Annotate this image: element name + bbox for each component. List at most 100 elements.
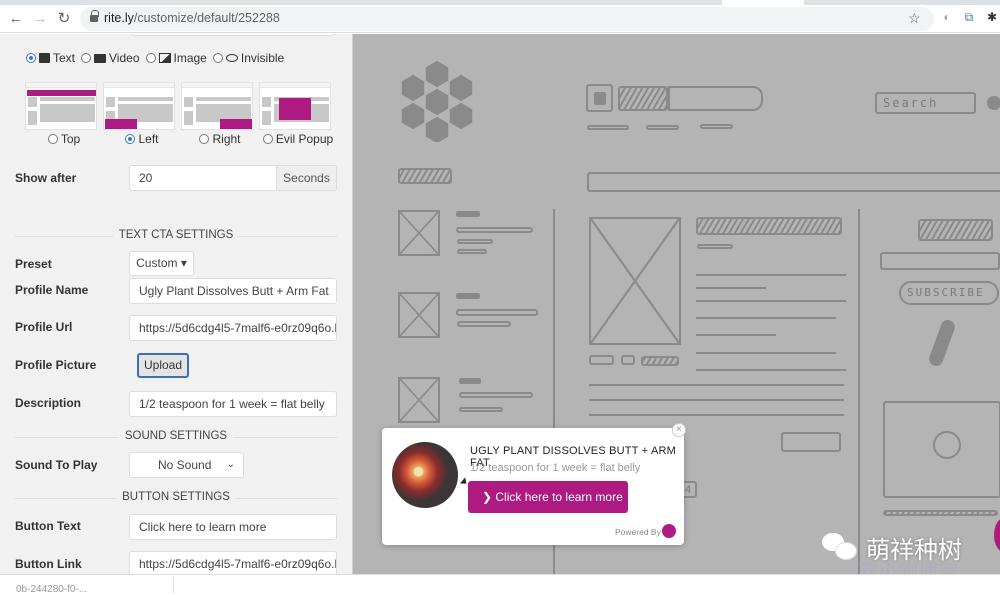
url-text[interactable]: rite.ly/customize/default/252288 xyxy=(104,11,280,25)
meta-sketch xyxy=(697,244,733,249)
lock-icon xyxy=(90,10,99,23)
video-player-sketch xyxy=(883,401,1000,498)
tag-sketch xyxy=(456,211,480,217)
profile-url-input[interactable]: https://5d6cdg4l5-7malf6-e0rz09q6o.h xyxy=(129,315,337,341)
cta-type-label: Video xyxy=(109,51,140,65)
arrow-sketch-icon xyxy=(927,318,957,368)
sound-label: Sound To Play xyxy=(15,458,98,472)
preset-dropdown[interactable]: Custom ▾ xyxy=(129,251,194,276)
eye-slash-icon xyxy=(225,54,238,62)
extension-icon-1[interactable]: ◐ xyxy=(940,10,954,24)
downloads-separator xyxy=(173,577,174,593)
popup-cta-button[interactable]: ❯ Click here to learn more xyxy=(468,481,628,513)
position-top[interactable]: Top xyxy=(25,132,103,146)
sound-value: No Sound xyxy=(158,458,212,472)
wechat-icon xyxy=(822,533,858,561)
progress-sketch xyxy=(883,510,998,516)
position-label: Top xyxy=(60,132,81,146)
section-title: SOUND SETTINGS xyxy=(118,430,234,442)
text-line-sketch xyxy=(459,407,503,412)
position-thumbnails xyxy=(25,82,331,130)
text-line-sketch xyxy=(456,227,533,233)
radio[interactable] xyxy=(199,134,210,144)
breadcrumb-sketch xyxy=(618,86,668,111)
description-input[interactable]: 1/2 teaspoon for 1 week = flat belly xyxy=(129,391,337,417)
text-line-sketch xyxy=(457,239,493,244)
image-placeholder-sketch xyxy=(398,377,440,423)
caret-down-icon: ▾ xyxy=(180,256,187,270)
thumb-top[interactable] xyxy=(25,82,97,130)
forward-button[interactable]: → xyxy=(30,9,50,29)
reload-button[interactable]: ↻ xyxy=(54,9,74,29)
radio-selected[interactable] xyxy=(125,134,136,144)
subscribe-sketch-text: SUBSCRIBE xyxy=(907,286,985,299)
profile-avatar xyxy=(392,442,458,508)
position-evil-popup[interactable]: Evil Popup xyxy=(259,132,337,146)
puzzle-extensions-icon[interactable]: ✱ xyxy=(985,10,999,24)
radio[interactable] xyxy=(262,134,273,144)
button-link-input[interactable]: https://5d6cdg4l5-7malf6-e0rz09q6o.h xyxy=(129,551,337,574)
radio[interactable] xyxy=(145,53,156,63)
home-arrow-sketch xyxy=(586,84,613,112)
settings-sidebar: Text Video Image Invisible Top Left Righ… xyxy=(0,34,352,574)
thumb-right[interactable] xyxy=(181,82,253,130)
sound-section-header: SOUND SETTINGS xyxy=(15,430,337,444)
nav-bar-sketch xyxy=(587,172,1000,192)
cta-type-label: Text xyxy=(53,51,76,65)
hexagon-logo-sketch xyxy=(400,60,474,142)
cta-type-invisible[interactable]: Invisible xyxy=(212,51,284,65)
bookmark-star-icon[interactable]: ☆ xyxy=(908,10,921,27)
powered-by-label: Powered By xyxy=(615,527,661,537)
downloads-bar: 0b-244280-f0-... xyxy=(0,574,1000,595)
position-label: Evil Popup xyxy=(275,132,334,146)
button-link-label: Button Link xyxy=(15,557,82,571)
text-line-sketch xyxy=(457,249,487,254)
toggle-sketch xyxy=(918,219,993,241)
logo-bar-sketch xyxy=(398,168,452,184)
sound-select[interactable]: No Sound ⌄ xyxy=(129,452,244,478)
thumb-evil-popup[interactable] xyxy=(259,82,331,130)
tag-sketch xyxy=(459,378,481,384)
button-text-input[interactable]: Click here to learn more xyxy=(129,514,337,540)
cta-type-video[interactable]: Video xyxy=(81,51,140,65)
top-input-edge xyxy=(130,34,336,36)
text-line-sketch xyxy=(696,287,766,289)
url-path: /customize/default/252288 xyxy=(133,11,280,25)
seconds-addon: Seconds xyxy=(276,165,337,191)
show-after-input[interactable]: 20 xyxy=(129,165,277,191)
radio[interactable] xyxy=(212,53,223,63)
profile-name-input[interactable]: Ugly Plant Dissolves Butt + Arm Fat xyxy=(129,278,337,304)
cta-popup: × UGLY PLANT DISSOLVES BUTT + ARM FAT 1/… xyxy=(382,423,686,545)
link-sketch xyxy=(587,125,629,130)
radio[interactable] xyxy=(81,53,92,63)
position-right[interactable]: Right xyxy=(181,132,259,146)
button-sketch xyxy=(641,356,679,366)
cta-type-text[interactable]: Text xyxy=(26,51,75,65)
button-sketch xyxy=(589,355,614,365)
text-line-sketch xyxy=(589,414,844,416)
download-item[interactable]: 0b-244280-f0-... xyxy=(16,584,87,595)
back-button[interactable]: ← xyxy=(6,9,26,29)
input-sketch xyxy=(880,252,1000,270)
extension-icon-2[interactable]: ⧉ xyxy=(962,10,976,24)
upload-button[interactable]: Upload xyxy=(137,353,189,378)
video-camera-icon xyxy=(94,53,107,63)
breadcrumb-sketch-2 xyxy=(668,86,763,111)
chevron-down-icon: ⌄ xyxy=(226,459,235,470)
riteley-logo-icon[interactable] xyxy=(662,524,676,538)
show-after-label: Show after xyxy=(15,171,77,185)
preset-value: Custom xyxy=(136,256,178,270)
radio[interactable] xyxy=(47,134,58,144)
text-line-sketch xyxy=(696,317,836,319)
popup-close-button[interactable]: × xyxy=(672,423,686,437)
thumb-left[interactable] xyxy=(103,82,175,130)
address-bar[interactable]: rite.ly/customize/default/252288 ☆ xyxy=(80,7,934,31)
link-sketch xyxy=(646,125,679,130)
search-magnifier-sketch-icon xyxy=(987,96,1000,110)
button-section-header: BUTTON SETTINGS xyxy=(15,491,337,505)
position-left[interactable]: Left xyxy=(103,132,181,146)
radio-selected[interactable] xyxy=(26,53,36,63)
button-text-label: Button Text xyxy=(15,519,81,533)
image-placeholder-sketch xyxy=(398,210,440,256)
cta-type-image[interactable]: Image xyxy=(145,51,207,65)
